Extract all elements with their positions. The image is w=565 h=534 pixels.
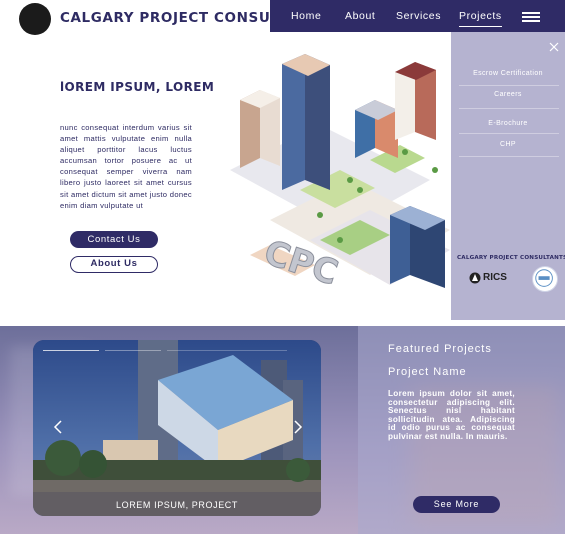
slide-indicator-1[interactable] (43, 350, 99, 351)
rics-logo-text: RICS (483, 272, 507, 283)
menu-item-ebrochure[interactable]: E-Brochure (457, 120, 559, 127)
menu-divider (459, 108, 559, 109)
project-description: Lorem ipsum dolor sit amet, consectetur … (388, 389, 515, 441)
hero-body: nunc consequat interdum varius sit amet … (60, 123, 192, 210)
chevron-left-icon[interactable] (53, 420, 63, 434)
slide-indicator-3[interactable] (167, 350, 287, 351)
project-slider[interactable]: LOREM IPSUM, PROJECT (33, 340, 321, 516)
menu-brand: CALGARY PROJECT CONSULTANTS (457, 255, 565, 261)
nav-home[interactable]: Home (291, 10, 321, 22)
navbar: Home About Services Projects (270, 0, 565, 32)
city-illustration: CPC (230, 54, 450, 294)
hero-title: lOREM IPSUM, LOREM (60, 80, 215, 94)
slide-indicator-2[interactable] (105, 350, 161, 351)
menu-item-escrow[interactable]: Escrow Certification (457, 70, 559, 77)
nav-projects[interactable]: Projects (459, 10, 502, 27)
featured-heading: Featured Projects (388, 343, 492, 355)
nav-services[interactable]: Services (396, 10, 441, 22)
logo-circle-icon[interactable] (19, 3, 51, 35)
menu-divider (459, 85, 559, 86)
menu-item-careers[interactable]: Careers (457, 91, 559, 98)
project-photo (33, 340, 321, 516)
nav-about[interactable]: About (345, 10, 375, 22)
hamburger-icon[interactable] (522, 12, 540, 22)
menu-divider (459, 156, 559, 157)
badge-logo-icon (532, 266, 558, 292)
project-name: Project Name (388, 366, 467, 378)
contact-us-button[interactable]: Contact Us (70, 231, 158, 248)
rics-logo-icon (469, 272, 481, 284)
menu-item-chp[interactable]: CHP (457, 141, 559, 148)
see-more-button[interactable]: See More (413, 496, 500, 513)
menu-divider (459, 133, 559, 134)
about-us-button[interactable]: About Us (70, 256, 158, 273)
side-menu: Escrow Certification Careers E-Brochure … (451, 32, 565, 320)
slide-caption: LOREM IPSUM, PROJECT (115, 500, 238, 510)
chevron-right-icon[interactable] (293, 420, 303, 434)
close-icon[interactable] (549, 42, 559, 52)
featured-section: LOREM IPSUM, PROJECT Featured Projects P… (0, 326, 565, 534)
